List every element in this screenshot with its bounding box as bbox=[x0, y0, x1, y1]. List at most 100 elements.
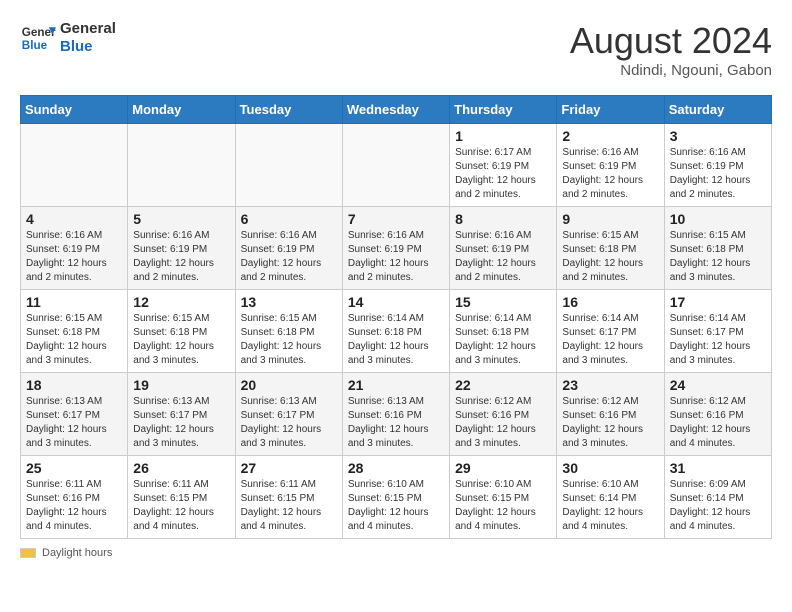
day-info: Sunrise: 6:12 AM Sunset: 6:16 PM Dayligh… bbox=[562, 395, 658, 451]
day-number: 2 bbox=[562, 128, 658, 144]
calendar-cell: 26 Sunrise: 6:11 AM Sunset: 6:15 PM Dayli… bbox=[128, 456, 235, 539]
day-number: 16 bbox=[562, 294, 658, 310]
calendar-day-header: Tuesday bbox=[235, 96, 342, 124]
day-number: 20 bbox=[241, 377, 337, 393]
calendar-day-header: Thursday bbox=[450, 96, 557, 124]
day-info: Sunrise: 6:11 AM Sunset: 6:16 PM Dayligh… bbox=[26, 478, 122, 534]
calendar-week-row: 4 Sunrise: 6:16 AM Sunset: 6:19 PM Daylig… bbox=[21, 207, 772, 290]
day-number: 31 bbox=[670, 460, 766, 476]
calendar-cell: 29 Sunrise: 6:10 AM Sunset: 6:15 PM Dayli… bbox=[450, 456, 557, 539]
day-info: Sunrise: 6:16 AM Sunset: 6:19 PM Dayligh… bbox=[670, 146, 766, 202]
calendar-week-row: 25Sunrise: 6:11 AM Sunset: 6:16 PM Dayli… bbox=[21, 456, 772, 539]
day-number: 22 bbox=[455, 377, 551, 393]
calendar-day-header: Saturday bbox=[664, 96, 771, 124]
calendar-week-row: 18 Sunrise: 6:13 AM Sunset: 6:17 PM Dayli… bbox=[21, 373, 772, 456]
day-number: 13 bbox=[241, 294, 337, 310]
day-number: 10 bbox=[670, 211, 766, 227]
day-info: Sunrise: 6:16 AM Sunset: 6:19 PM Dayligh… bbox=[241, 229, 337, 285]
day-info: Sunrise: 6:13 AM Sunset: 6:17 PM Dayligh… bbox=[26, 395, 122, 451]
title-block: August 2024 Ndindi, Ngouni, Gabon bbox=[570, 20, 772, 79]
day-info: Sunrise: 6:09 AM Sunset: 6:14 PM Dayligh… bbox=[670, 478, 766, 534]
day-info: Sunrise: 6:15 AM Sunset: 6:18 PM Dayligh… bbox=[26, 312, 122, 368]
day-info: Sunrise: 6:14 AM Sunset: 6:18 PM Dayligh… bbox=[348, 312, 444, 368]
calendar-cell: 1 Sunrise: 6:17 AM Sunset: 6:19 PM Daylig… bbox=[450, 124, 557, 207]
calendar-cell: 23 Sunrise: 6:12 AM Sunset: 6:16 PM Dayli… bbox=[557, 373, 664, 456]
day-info: Sunrise: 6:17 AM Sunset: 6:19 PM Dayligh… bbox=[455, 146, 551, 202]
day-info: Sunrise: 6:10 AM Sunset: 6:15 PM Dayligh… bbox=[455, 478, 551, 534]
day-info: Sunrise: 6:16 AM Sunset: 6:19 PM Dayligh… bbox=[562, 146, 658, 202]
day-number: 23 bbox=[562, 377, 658, 393]
calendar-cell: 28Sunrise: 6:10 AM Sunset: 6:15 PM Dayli… bbox=[342, 456, 449, 539]
calendar-cell: 19 Sunrise: 6:13 AM Sunset: 6:17 PM Dayli… bbox=[128, 373, 235, 456]
calendar-cell: 21Sunrise: 6:13 AM Sunset: 6:16 PM Dayli… bbox=[342, 373, 449, 456]
calendar-cell: 4 Sunrise: 6:16 AM Sunset: 6:19 PM Daylig… bbox=[21, 207, 128, 290]
page-header: General Blue General Blue August 2024 Nd… bbox=[20, 20, 772, 79]
calendar-cell: 7Sunrise: 6:16 AM Sunset: 6:19 PM Daylig… bbox=[342, 207, 449, 290]
calendar-cell: 6 Sunrise: 6:16 AM Sunset: 6:19 PM Daylig… bbox=[235, 207, 342, 290]
calendar-cell: 15Sunrise: 6:14 AM Sunset: 6:18 PM Dayli… bbox=[450, 290, 557, 373]
calendar-day-header: Sunday bbox=[21, 96, 128, 124]
logo-blue: Blue bbox=[60, 38, 116, 56]
day-info: Sunrise: 6:16 AM Sunset: 6:19 PM Dayligh… bbox=[133, 229, 229, 285]
day-number: 4 bbox=[26, 211, 122, 227]
calendar-cell: 8Sunrise: 6:16 AM Sunset: 6:19 PM Daylig… bbox=[450, 207, 557, 290]
calendar-cell: 2 Sunrise: 6:16 AM Sunset: 6:19 PM Daylig… bbox=[557, 124, 664, 207]
day-number: 19 bbox=[133, 377, 229, 393]
calendar-cell: 14 Sunrise: 6:14 AM Sunset: 6:18 PM Dayli… bbox=[342, 290, 449, 373]
day-number: 12 bbox=[133, 294, 229, 310]
day-number: 28 bbox=[348, 460, 444, 476]
calendar-cell: 11 Sunrise: 6:15 AM Sunset: 6:18 PM Dayli… bbox=[21, 290, 128, 373]
day-info: Sunrise: 6:13 AM Sunset: 6:17 PM Dayligh… bbox=[241, 395, 337, 451]
calendar-cell bbox=[21, 124, 128, 207]
day-number: 27 bbox=[241, 460, 337, 476]
day-number: 17 bbox=[670, 294, 766, 310]
day-info: Sunrise: 6:16 AM Sunset: 6:19 PM Dayligh… bbox=[26, 229, 122, 285]
day-number: 26 bbox=[133, 460, 229, 476]
day-number: 14 bbox=[348, 294, 444, 310]
day-info: Sunrise: 6:14 AM Sunset: 6:17 PM Dayligh… bbox=[562, 312, 658, 368]
calendar-table: SundayMondayTuesdayWednesdayThursdayFrid… bbox=[20, 95, 772, 539]
day-number: 18 bbox=[26, 377, 122, 393]
calendar-cell: 13 Sunrise: 6:15 AM Sunset: 6:18 PM Dayli… bbox=[235, 290, 342, 373]
calendar-cell: 20 Sunrise: 6:13 AM Sunset: 6:17 PM Dayli… bbox=[235, 373, 342, 456]
calendar-cell: 25Sunrise: 6:11 AM Sunset: 6:16 PM Dayli… bbox=[21, 456, 128, 539]
day-info: Sunrise: 6:16 AM Sunset: 6:19 PM Dayligh… bbox=[348, 229, 444, 285]
day-info: Sunrise: 6:15 AM Sunset: 6:18 PM Dayligh… bbox=[133, 312, 229, 368]
day-number: 1 bbox=[455, 128, 551, 144]
calendar-cell: 17 Sunrise: 6:14 AM Sunset: 6:17 PM Dayli… bbox=[664, 290, 771, 373]
day-number: 5 bbox=[133, 211, 229, 227]
calendar-cell: 3 Sunrise: 6:16 AM Sunset: 6:19 PM Daylig… bbox=[664, 124, 771, 207]
location: Ndindi, Ngouni, Gabon bbox=[570, 62, 772, 79]
day-info: Sunrise: 6:13 AM Sunset: 6:16 PM Dayligh… bbox=[348, 395, 444, 451]
calendar-day-header: Friday bbox=[557, 96, 664, 124]
calendar-day-header: Monday bbox=[128, 96, 235, 124]
day-number: 6 bbox=[241, 211, 337, 227]
day-info: Sunrise: 6:14 AM Sunset: 6:17 PM Dayligh… bbox=[670, 312, 766, 368]
day-info: Sunrise: 6:13 AM Sunset: 6:17 PM Dayligh… bbox=[133, 395, 229, 451]
calendar-header-row: SundayMondayTuesdayWednesdayThursdayFrid… bbox=[21, 96, 772, 124]
day-number: 9 bbox=[562, 211, 658, 227]
calendar-cell bbox=[235, 124, 342, 207]
day-number: 24 bbox=[670, 377, 766, 393]
day-number: 29 bbox=[455, 460, 551, 476]
calendar-cell: 27Sunrise: 6:11 AM Sunset: 6:15 PM Dayli… bbox=[235, 456, 342, 539]
calendar-cell: 24 Sunrise: 6:12 AM Sunset: 6:16 PM Dayli… bbox=[664, 373, 771, 456]
day-info: Sunrise: 6:12 AM Sunset: 6:16 PM Dayligh… bbox=[670, 395, 766, 451]
day-info: Sunrise: 6:15 AM Sunset: 6:18 PM Dayligh… bbox=[562, 229, 658, 285]
calendar-cell: 31 Sunrise: 6:09 AM Sunset: 6:14 PM Dayli… bbox=[664, 456, 771, 539]
legend-label: Daylight hours bbox=[42, 547, 112, 559]
day-info: Sunrise: 6:14 AM Sunset: 6:18 PM Dayligh… bbox=[455, 312, 551, 368]
day-info: Sunrise: 6:15 AM Sunset: 6:18 PM Dayligh… bbox=[241, 312, 337, 368]
month-year: August 2024 bbox=[570, 20, 772, 62]
calendar-cell: 9 Sunrise: 6:15 AM Sunset: 6:18 PM Daylig… bbox=[557, 207, 664, 290]
day-number: 3 bbox=[670, 128, 766, 144]
logo: General Blue General Blue bbox=[20, 20, 116, 56]
calendar-week-row: 1 Sunrise: 6:17 AM Sunset: 6:19 PM Daylig… bbox=[21, 124, 772, 207]
calendar-cell: 18 Sunrise: 6:13 AM Sunset: 6:17 PM Dayli… bbox=[21, 373, 128, 456]
calendar-cell bbox=[128, 124, 235, 207]
day-number: 30 bbox=[562, 460, 658, 476]
day-info: Sunrise: 6:11 AM Sunset: 6:15 PM Dayligh… bbox=[133, 478, 229, 534]
calendar-cell: 22Sunrise: 6:12 AM Sunset: 6:16 PM Dayli… bbox=[450, 373, 557, 456]
day-number: 8 bbox=[455, 211, 551, 227]
day-number: 11 bbox=[26, 294, 122, 310]
